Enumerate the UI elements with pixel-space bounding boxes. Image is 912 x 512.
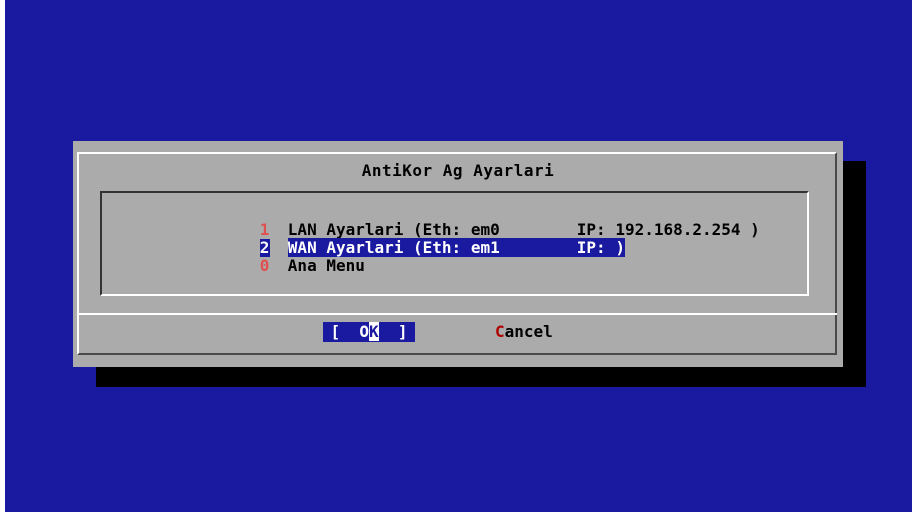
ok-bracket-open: [ xyxy=(330,322,341,341)
cancel-hotkey: C xyxy=(495,322,505,341)
cancel-button[interactable]: Cancel xyxy=(495,322,553,342)
dialog-title: AntiKor Ag Ayarlari xyxy=(361,161,555,180)
menu-item-main-menu[interactable]: 0 Ana Menu xyxy=(202,239,365,275)
menu-list-frame: 1 LAN Ayarlari (Eth: em0 IP: 192.168.2.25… xyxy=(100,191,809,296)
ok-bracket-close: ] xyxy=(397,322,408,341)
text-cursor: K xyxy=(369,322,379,341)
network-settings-dialog: AntiKor Ag Ayarlari 1 LAN Ayarlari (Eth: … xyxy=(73,141,843,367)
menu-item-label: Ana Menu xyxy=(287,256,365,275)
ok-pad-left xyxy=(340,322,359,341)
button-separator xyxy=(77,313,837,315)
ok-button[interactable]: [ OK ] xyxy=(323,322,415,342)
button-bar: [ OK ] Cancel xyxy=(73,322,843,342)
ok-hotkey: O xyxy=(359,322,369,341)
menu-item-wan-settings[interactable]: 2 WAN Ayarlari (Eth: em1 IP: ) xyxy=(202,221,625,257)
menu-item-lan-settings[interactable]: 1 LAN Ayarlari (Eth: em0 IP: 192.168.2.25… xyxy=(202,203,760,239)
menu-item-key: 0 xyxy=(259,256,270,275)
ok-pad-right xyxy=(379,322,398,341)
cancel-label: ancel xyxy=(504,322,553,341)
